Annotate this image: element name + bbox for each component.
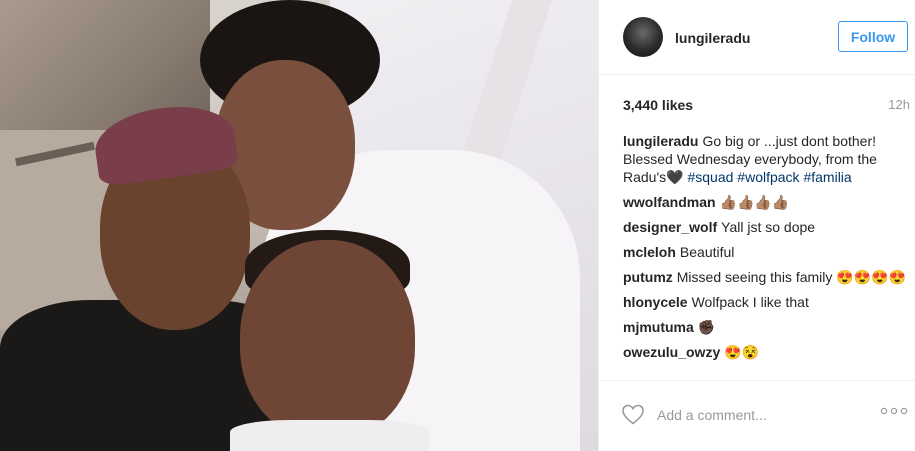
comment-item: wwolfandman 👍🏽👍🏽👍🏽👍🏽	[623, 193, 910, 211]
comment-username[interactable]: hlonycele	[623, 294, 688, 310]
header-username[interactable]: lungileradu	[675, 30, 750, 46]
post-timestamp[interactable]: 12h	[888, 97, 910, 112]
add-comment-input[interactable]: Add a comment...	[657, 407, 767, 423]
heart-icon[interactable]	[621, 403, 645, 425]
more-options-icon[interactable]	[880, 406, 908, 416]
caption-username[interactable]: lungileradu	[623, 133, 698, 149]
follow-button[interactable]: Follow	[838, 21, 908, 52]
post-header: lungileradu Follow	[599, 0, 915, 75]
comment-username[interactable]: mcleloh	[623, 244, 676, 260]
likes-count[interactable]: 3,440 likes	[623, 97, 693, 113]
likes-row: 3,440 likes 12h	[623, 97, 910, 117]
comment-item: hlonycele Wolfpack I like that	[623, 293, 910, 311]
comment-username[interactable]: mjmutuma	[623, 319, 694, 335]
comment-text: Yall jst so dope	[721, 219, 816, 235]
comment-item: putumz Missed seeing this family 😍😍😍😍	[623, 268, 910, 286]
comment-username[interactable]: wwolfandman	[623, 194, 716, 210]
comment-username[interactable]: owezulu_owzy	[623, 344, 720, 360]
post-photo[interactable]	[0, 0, 598, 451]
hashtag-link[interactable]: #squad	[687, 169, 733, 185]
comment-text: Beautiful	[679, 244, 735, 260]
comment-item: designer_wolf Yall jst so dope	[623, 218, 910, 236]
comment-item: owezulu_owzy 😍😵	[623, 343, 910, 361]
comment-item: mcleloh Beautiful	[623, 243, 910, 261]
avatar[interactable]	[623, 17, 663, 57]
comment-text: 😍😵	[724, 344, 760, 360]
comment-item: mjmutuma ✊🏿	[623, 318, 910, 336]
photo-figure-child-face	[240, 240, 415, 440]
post-side-panel: lungileradu Follow 3,440 likes 12h lungi…	[598, 0, 915, 451]
caption: lungileradu Go big or ...just dont bother…	[623, 132, 910, 186]
comment-text: ✊🏿	[697, 319, 716, 335]
comments-list: lungileradu Go big or ...just dont bother…	[623, 132, 910, 380]
comment-username[interactable]: designer_wolf	[623, 219, 717, 235]
comment-text: Missed seeing this family 😍😍😍😍	[676, 269, 906, 285]
instagram-post: lungileradu Follow 3,440 likes 12h lungi…	[0, 0, 915, 451]
hashtag-link[interactable]: #familia	[803, 169, 851, 185]
photo-figure-child-shirt	[230, 420, 430, 451]
comment-text: 👍🏽👍🏽👍🏽👍🏽	[719, 194, 790, 210]
post-footer: Add a comment...	[599, 380, 915, 451]
comment-username[interactable]: putumz	[623, 269, 673, 285]
hashtag-link[interactable]: #wolfpack	[737, 169, 799, 185]
comment-text: Wolfpack I like that	[691, 294, 809, 310]
